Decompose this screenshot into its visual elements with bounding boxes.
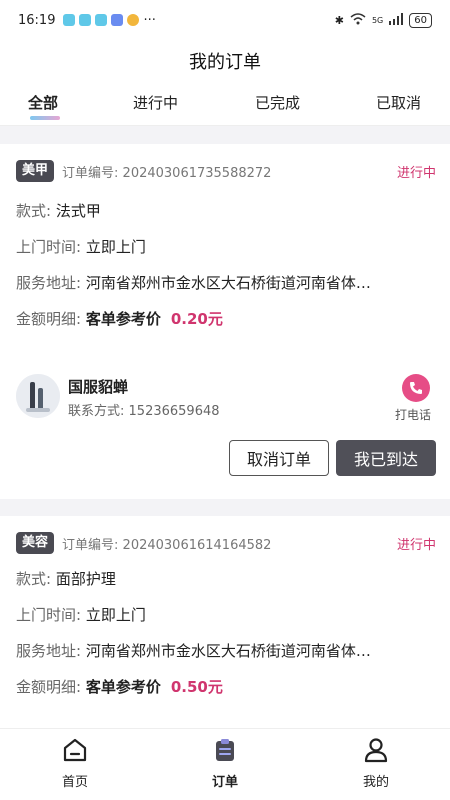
- mail-icon: [111, 14, 124, 26]
- tab-cancelled[interactable]: 已取消: [376, 92, 421, 113]
- address-row: 服务地址: 河南省郑州市金水区大石桥街道河南省体…: [16, 642, 371, 660]
- network-type: 5G: [371, 15, 384, 25]
- orders-icon: [216, 739, 234, 761]
- address-value: 河南省郑州市金水区大石桥街道河南省体…: [85, 274, 371, 292]
- app-notification-icon: [79, 14, 92, 26]
- contact-section: 国服貂蝉 联系方式: 15236659648 打电话: [16, 374, 436, 424]
- order-status: 进行中: [396, 165, 436, 181]
- style-value: 法式甲: [55, 202, 101, 220]
- amount-desc: 客单参考价: [85, 310, 161, 328]
- style-row: 款式: 面部护理: [16, 570, 116, 588]
- bottom-nav: 首页 订单 我的: [0, 728, 450, 800]
- order-card-header: 美甲 订单编号: 202403061735588272 进行中: [16, 160, 436, 182]
- signal-icon: [389, 12, 404, 28]
- address-row: 服务地址: 河南省郑州市金水区大石桥街道河南省体…: [16, 274, 371, 292]
- amount-row: 金额明细: 客单参考价 0.20元: [16, 310, 223, 328]
- nav-orders-label: 订单: [211, 775, 238, 790]
- bluetooth-icon: ✱: [334, 13, 344, 27]
- style-value: 面部护理: [55, 570, 116, 588]
- order-number: 订单编号: 202403061735588272: [62, 165, 272, 181]
- amount-value: 0.20元: [170, 310, 223, 328]
- style-row: 款式: 法式甲: [16, 202, 101, 220]
- status-bar: 16:19 ··· ✱ 5G 60: [0, 0, 450, 40]
- order-number: 订单编号: 202403061614164582: [62, 537, 272, 553]
- wifi-icon: [350, 12, 366, 28]
- phone-icon: [402, 374, 430, 402]
- more-notifications-icon: ···: [143, 12, 156, 28]
- app-notification-icon: [63, 14, 76, 26]
- visit-time-value: 立即上门: [85, 238, 146, 256]
- nav-orders[interactable]: 订单: [195, 737, 255, 790]
- visit-time-value: 立即上门: [85, 606, 146, 624]
- app-notification-icon: [127, 14, 140, 26]
- page-header: 我的订单: [0, 40, 450, 82]
- order-card-header: 美容 订单编号: 202403061614164582 进行中: [16, 532, 436, 554]
- nav-home-label: 首页: [61, 775, 88, 790]
- amount-value: 0.50元: [170, 678, 223, 696]
- page-title: 我的订单: [189, 52, 261, 73]
- service-type-badge: 美甲: [16, 160, 55, 182]
- contact-phone: 联系方式: 15236659648: [68, 404, 220, 419]
- avatar: [16, 374, 60, 418]
- app-notification-icon: [95, 14, 108, 26]
- service-type-badge: 美容: [16, 532, 55, 554]
- order-tabs: 全部 进行中 已完成 已取消: [0, 82, 450, 126]
- address-value: 河南省郑州市金水区大石桥街道河南省体…: [85, 642, 371, 660]
- tab-all[interactable]: 全部: [28, 92, 58, 113]
- visit-time-row: 上门时间: 立即上门: [16, 238, 146, 256]
- cancel-order-button[interactable]: 取消订单: [229, 440, 329, 476]
- tab-in-progress[interactable]: 进行中: [133, 92, 178, 113]
- home-icon: [63, 738, 87, 762]
- nav-profile-label: 我的: [362, 775, 389, 790]
- order-card: 美容 订单编号: 202403061614164582 进行中 款式: 面部护理…: [0, 516, 450, 728]
- amount-desc: 客单参考价: [85, 678, 161, 696]
- arrived-button[interactable]: 我已到达: [336, 440, 436, 476]
- order-list: 美甲 订单编号: 202403061735588272 进行中 款式: 法式甲 …: [0, 126, 450, 728]
- call-button[interactable]: 打电话: [395, 374, 436, 423]
- amount-row: 金额明细: 客单参考价 0.50元: [16, 678, 223, 696]
- tab-completed[interactable]: 已完成: [255, 92, 300, 113]
- nav-profile[interactable]: 我的: [346, 737, 406, 790]
- battery-indicator: 60: [409, 12, 432, 28]
- status-time: 16:19: [18, 12, 56, 28]
- profile-icon: [364, 738, 388, 763]
- nav-home[interactable]: 首页: [45, 737, 105, 790]
- order-card: 美甲 订单编号: 202403061735588272 进行中 款式: 法式甲 …: [0, 144, 450, 499]
- order-status: 进行中: [396, 537, 436, 553]
- active-tab-indicator: [30, 116, 60, 120]
- call-label: 打电话: [394, 408, 431, 422]
- visit-time-row: 上门时间: 立即上门: [16, 606, 146, 624]
- contact-name: 国服貂蝉: [68, 378, 129, 396]
